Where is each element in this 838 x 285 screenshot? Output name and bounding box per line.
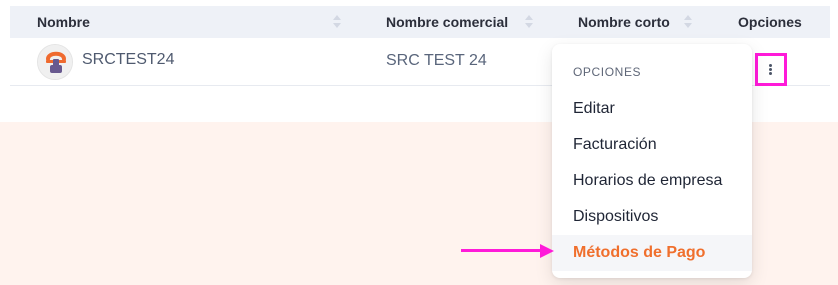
column-header-nombre[interactable]: Nombre bbox=[37, 6, 90, 38]
company-logo-icon bbox=[37, 44, 73, 80]
company-name: SRCTEST24 bbox=[82, 51, 175, 68]
menu-item-dispositivos[interactable]: Dispositivos bbox=[552, 199, 752, 235]
arrow-right-icon bbox=[461, 244, 554, 258]
menu-item-metodos-de-pago[interactable]: Métodos de Pago bbox=[552, 235, 752, 271]
kebab-menu-icon bbox=[769, 64, 773, 76]
menu-item-editar[interactable]: Editar bbox=[552, 91, 752, 127]
sort-icon[interactable] bbox=[332, 14, 342, 30]
options-dropdown: OPCIONES Editar Facturación Horarios de … bbox=[552, 44, 752, 278]
menu-item-facturacion[interactable]: Facturación bbox=[552, 127, 752, 163]
column-header-nombre-comercial[interactable]: Nombre comercial bbox=[386, 6, 508, 38]
column-header-nombre-corto[interactable]: Nombre corto bbox=[578, 6, 670, 38]
table-header: Nombre Nombre comercial Nombre corto Opc… bbox=[10, 6, 830, 38]
company-commercial-name: SRC TEST 24 bbox=[386, 52, 487, 69]
sort-icon[interactable] bbox=[683, 14, 693, 30]
options-button[interactable] bbox=[755, 53, 787, 86]
sort-icon[interactable] bbox=[524, 14, 534, 30]
page: Nombre Nombre comercial Nombre corto Opc… bbox=[0, 0, 838, 285]
menu-item-horarios-de-empresa[interactable]: Horarios de empresa bbox=[552, 163, 752, 199]
column-header-opciones: Opciones bbox=[738, 14, 802, 30]
dropdown-title: OPCIONES bbox=[573, 65, 642, 79]
